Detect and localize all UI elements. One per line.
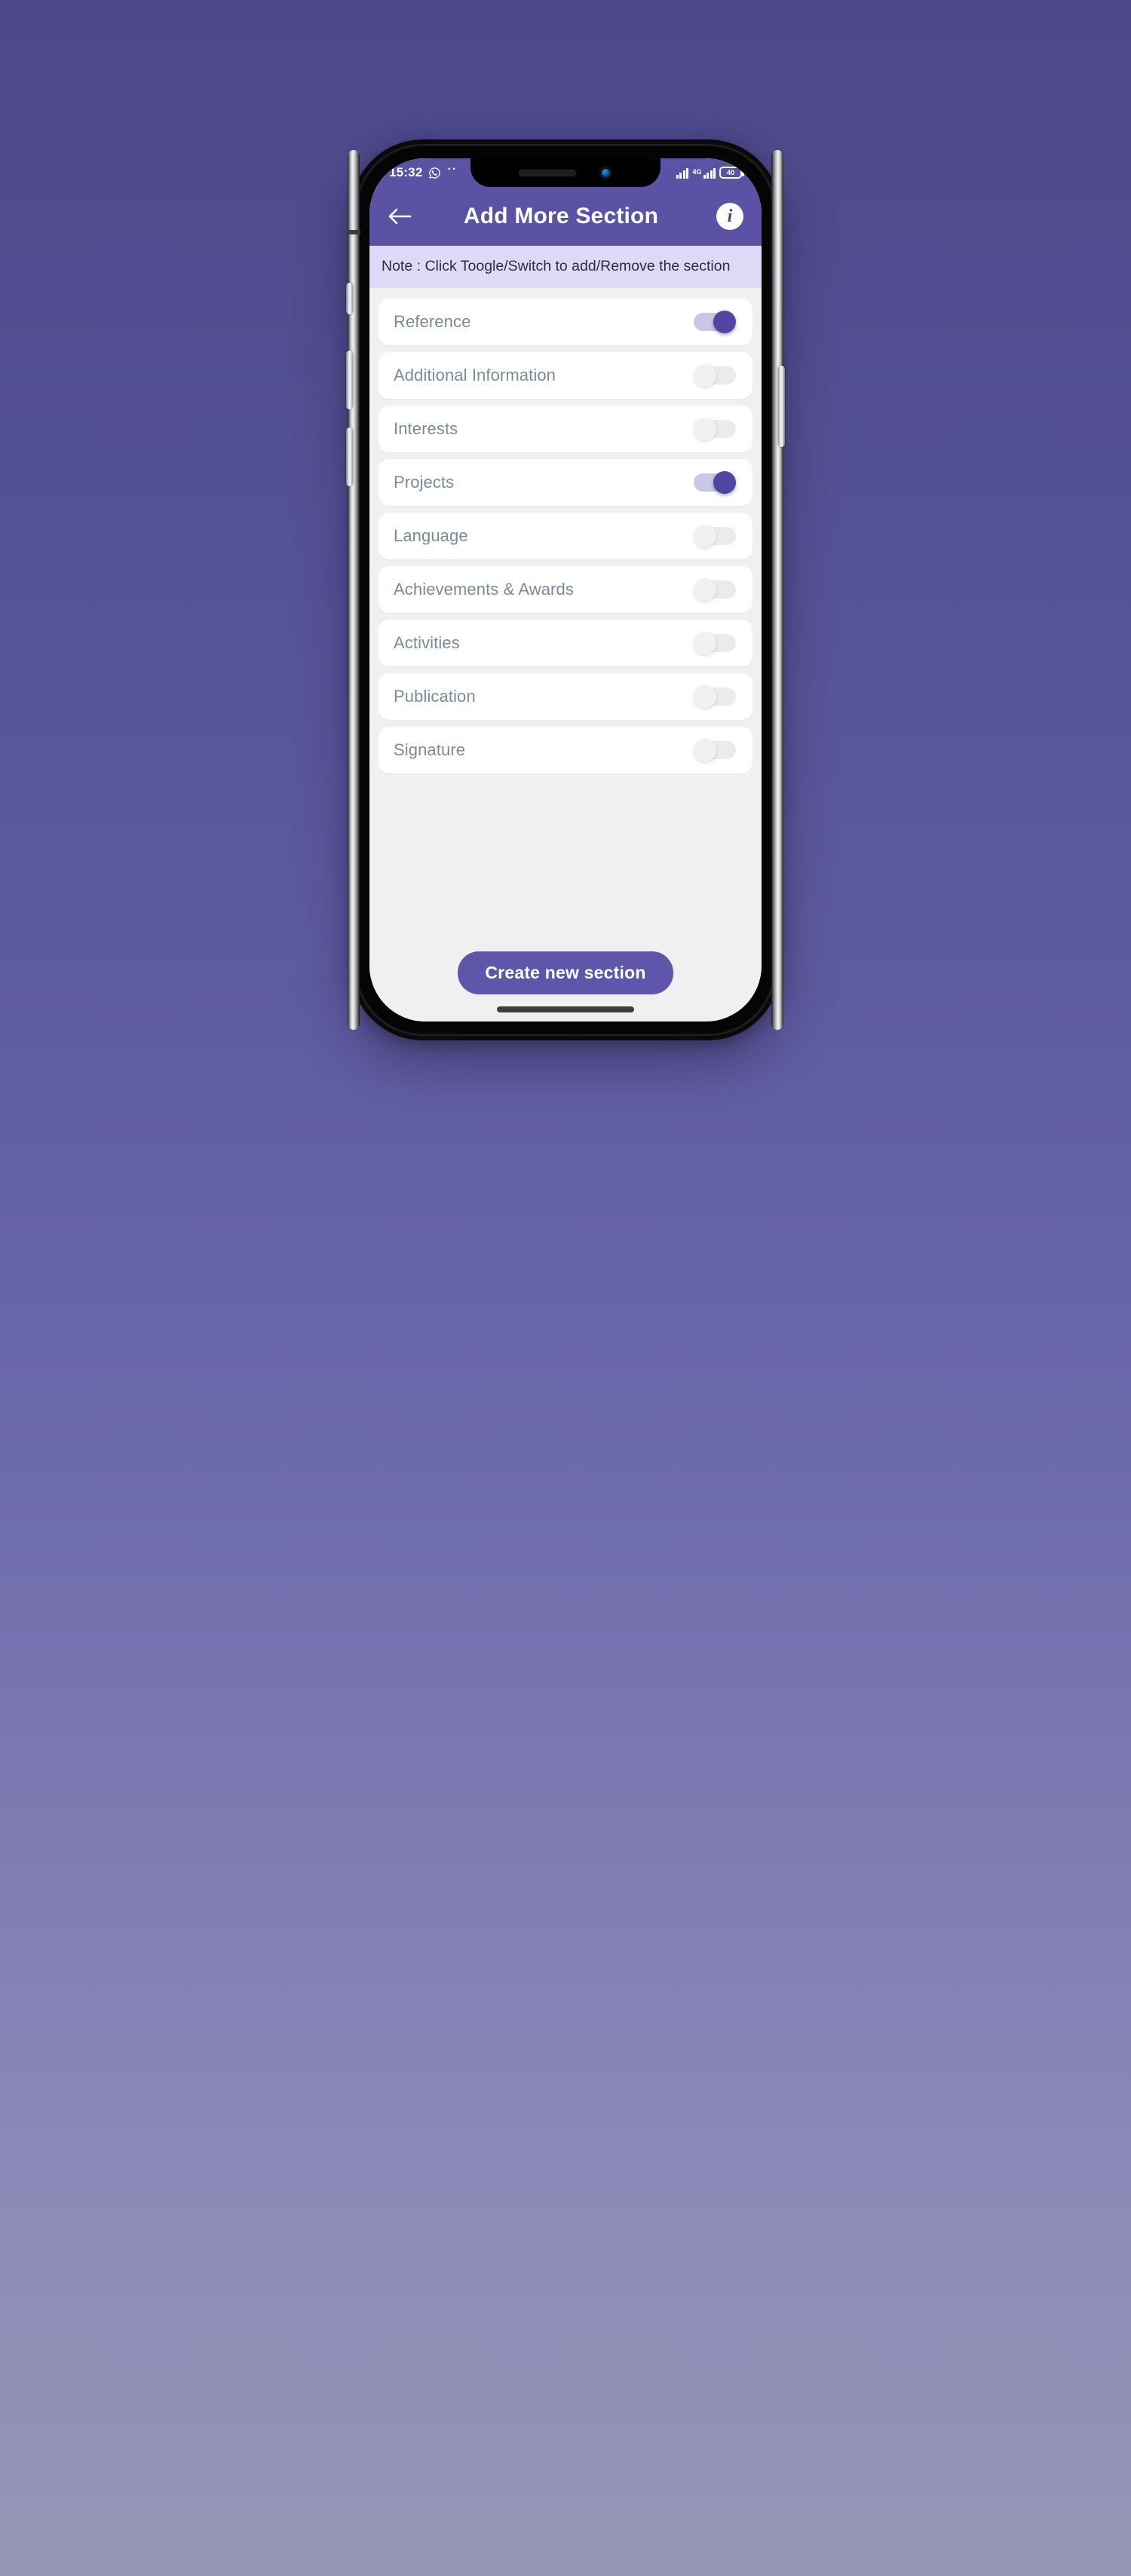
section-label: Language	[394, 526, 468, 546]
footer-actions: Create new section	[369, 951, 762, 1006]
status-bar-time: 15:32	[389, 165, 423, 179]
section-label: Interests	[394, 419, 458, 439]
app-root: 15:32 ·· 4G 40 Add More Section i Note:…	[369, 158, 762, 1022]
section-toggle[interactable]	[694, 525, 736, 548]
status-bar-left: 15:32 ··	[389, 163, 458, 180]
battery-icon: 40	[719, 167, 744, 179]
create-new-section-button[interactable]: Create new section	[458, 951, 673, 994]
battery-level-label: 40	[726, 168, 735, 177]
section-list: Reference Additional Information Interests…	[369, 288, 762, 780]
section-label: Signature	[394, 740, 466, 760]
power-button[interactable]	[778, 366, 785, 447]
phone-screen: 15:32 ·· 4G 40 Add More Section i Note:…	[369, 158, 762, 1022]
section-label: Additional Information	[394, 366, 556, 385]
section-toggle[interactable]	[694, 311, 736, 334]
section-row[interactable]: Additional Information	[379, 352, 752, 400]
network-indicator: 4G	[692, 167, 716, 179]
network-type-label: 4G	[692, 167, 702, 176]
info-icon-glyph: i	[727, 206, 733, 226]
home-indicator[interactable]	[497, 1006, 634, 1012]
section-label: Projects	[394, 473, 455, 492]
section-row[interactable]: Reference	[379, 299, 752, 346]
note-banner: Note : Click Toogle/Switch to add/Remove…	[369, 246, 762, 289]
phone-notch	[470, 158, 661, 187]
earpiece-speaker-icon	[519, 169, 576, 176]
phone-right-rail	[771, 150, 783, 1030]
toggle-thumb	[713, 471, 736, 495]
info-icon[interactable]: i	[716, 203, 743, 230]
signal-bars-icon	[676, 167, 689, 179]
whatsapp-icon	[429, 167, 441, 179]
section-row[interactable]: Interests	[379, 406, 752, 453]
toggle-thumb	[713, 311, 736, 334]
mute-switch-button[interactable]	[346, 283, 353, 314]
section-row[interactable]: Achievements & Awards	[379, 566, 752, 614]
section-toggle[interactable]	[694, 632, 736, 655]
section-row[interactable]: Signature	[379, 727, 752, 774]
section-row[interactable]: Language	[379, 513, 752, 560]
section-label: Publication	[394, 687, 476, 706]
section-row[interactable]: Publication	[379, 673, 752, 721]
section-label: Activities	[394, 633, 460, 653]
page-title: Add More Section	[463, 204, 659, 228]
antenna-seam	[347, 230, 360, 234]
section-row[interactable]: Activities	[379, 620, 752, 667]
volume-down-button[interactable]	[346, 427, 353, 486]
section-toggle[interactable]	[694, 578, 736, 602]
section-toggle[interactable]	[694, 418, 736, 441]
section-row[interactable]: Projects	[379, 459, 752, 507]
section-toggle[interactable]	[694, 364, 736, 387]
app-bar: Add More Section i	[369, 187, 762, 246]
phone-device: 15:32 ·· 4G 40 Add More Section i Note:…	[346, 139, 785, 1040]
back-arrow-icon[interactable]	[388, 204, 413, 229]
section-toggle[interactable]	[694, 471, 736, 495]
phone-bezel: 15:32 ·· 4G 40 Add More Section i Note:…	[355, 144, 776, 1036]
section-label: Achievements & Awards	[394, 580, 574, 599]
section-toggle[interactable]	[694, 739, 736, 762]
data-signal-bars-icon	[703, 167, 716, 179]
status-bar-right: 4G 40	[676, 167, 744, 179]
front-camera-icon	[599, 166, 612, 179]
section-toggle[interactable]	[694, 685, 736, 709]
volume-up-button[interactable]	[346, 351, 353, 409]
section-label: Reference	[394, 312, 471, 332]
